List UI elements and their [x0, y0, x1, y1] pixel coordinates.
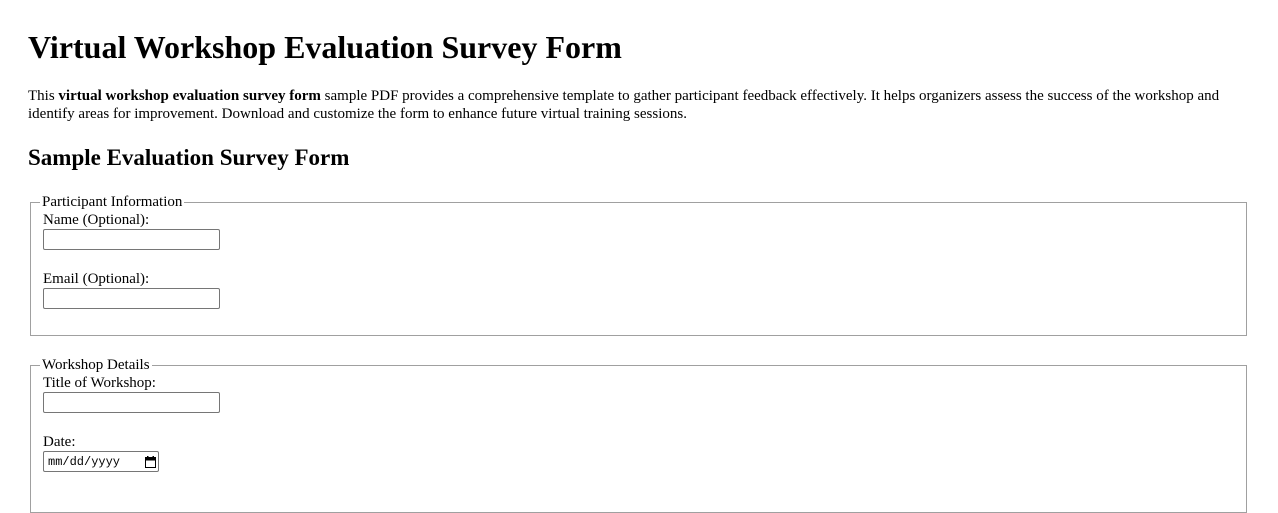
- date-label: Date:: [43, 434, 76, 450]
- name-input[interactable]: [43, 229, 220, 250]
- workshop-title-label: Title of Workshop:: [43, 375, 156, 391]
- section-title: Sample Evaluation Survey Form: [28, 145, 350, 170]
- name-label: Name (Optional):: [43, 212, 150, 228]
- date-input[interactable]: mm/dd/yyyy: [43, 451, 159, 472]
- intro-text-start: This: [28, 88, 59, 104]
- workshop-title-input[interactable]: [43, 392, 220, 413]
- page-content: Virtual Workshop Evaluation Survey Form …: [0, 0, 1278, 513]
- participant-information-fieldset: Participant Information Name (Optional):…: [30, 193, 1247, 336]
- workshop-details-fieldset: Workshop Details Title of Workshop: Date…: [30, 356, 1247, 513]
- email-input[interactable]: [43, 288, 220, 309]
- intro-text-bold: virtual workshop evaluation survey form: [58, 88, 321, 104]
- calendar-icon[interactable]: [145, 455, 156, 468]
- email-label: Email (Optional):: [43, 271, 150, 287]
- date-placeholder: mm/dd/yyyy: [48, 454, 121, 469]
- workshop-details-legend: Workshop Details: [42, 357, 150, 373]
- page-title: Virtual Workshop Evaluation Survey Form: [28, 29, 622, 65]
- participant-information-legend: Participant Information: [42, 194, 183, 210]
- intro-paragraph: This virtual workshop evaluation survey …: [28, 87, 1238, 123]
